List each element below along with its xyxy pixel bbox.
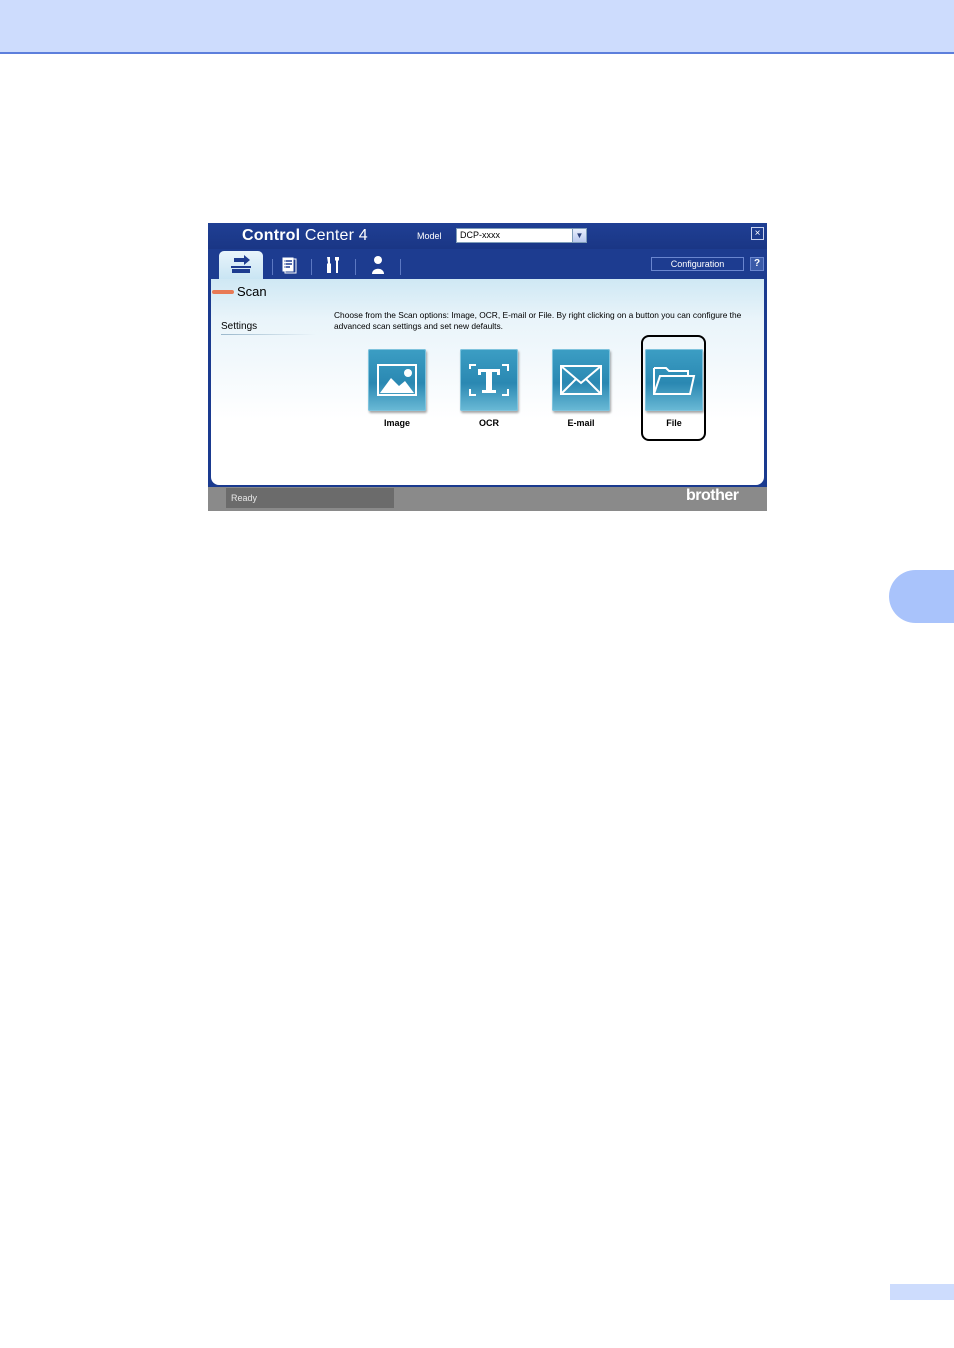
model-select-value: DCP-xxxx [460, 230, 500, 240]
scan-description: Choose from the Scan options: Image, OCR… [334, 310, 742, 331]
tab-device-settings[interactable] [314, 253, 352, 277]
status-bar: Ready brother [208, 487, 767, 511]
email-action[interactable]: E-mail [550, 349, 612, 435]
section-marker [212, 290, 234, 294]
person-icon [372, 256, 384, 274]
ocr-button[interactable] [460, 349, 518, 411]
page-number-tab [890, 1284, 954, 1300]
tab-scan[interactable] [219, 251, 263, 279]
section-title: Scan [237, 284, 267, 299]
tab-photo-print[interactable] [270, 253, 308, 277]
scan-icon [231, 255, 251, 273]
function-tab-bar: Configuration ? [208, 249, 767, 279]
settings-link[interactable]: Settings [221, 321, 257, 332]
ocr-action[interactable]: OCR [458, 349, 520, 435]
image-button[interactable] [368, 349, 426, 411]
status-text: Ready [226, 488, 394, 508]
controlcenter-window: Control Center 4 Model DCP-xxxx ▼ × Conf… [208, 223, 767, 511]
page-header-band [0, 0, 954, 54]
title-bar: Control Center 4 Model DCP-xxxx ▼ × [208, 223, 767, 249]
tools-icon [327, 257, 339, 273]
model-label: Model [417, 231, 442, 241]
ocr-icon [469, 364, 509, 396]
envelope-icon [560, 365, 602, 395]
document-icon [281, 256, 297, 274]
brand-logo: brother [686, 487, 739, 504]
file-highlight-callout [641, 335, 706, 441]
tab-support[interactable] [359, 253, 397, 277]
scan-panel: Scan Settings Choose from the Scan optio… [211, 279, 764, 485]
configuration-button[interactable]: Configuration [651, 257, 744, 271]
image-label: Image [383, 418, 410, 428]
email-label: E-mail [567, 418, 595, 428]
tab-separator [400, 259, 401, 275]
help-button[interactable]: ? [750, 257, 764, 271]
email-button[interactable] [552, 349, 610, 411]
app-title: Control Center 4 [242, 227, 368, 244]
close-button[interactable]: × [751, 227, 764, 240]
tab-separator [311, 259, 312, 275]
tab-separator [355, 259, 356, 275]
model-select[interactable]: DCP-xxxx ▼ [456, 228, 587, 243]
settings-underline [221, 334, 316, 335]
image-action[interactable]: Image [366, 349, 428, 435]
image-icon [377, 364, 417, 396]
chapter-side-tab [889, 570, 954, 623]
chevron-down-icon[interactable]: ▼ [572, 229, 586, 242]
ocr-label: OCR [479, 418, 499, 428]
